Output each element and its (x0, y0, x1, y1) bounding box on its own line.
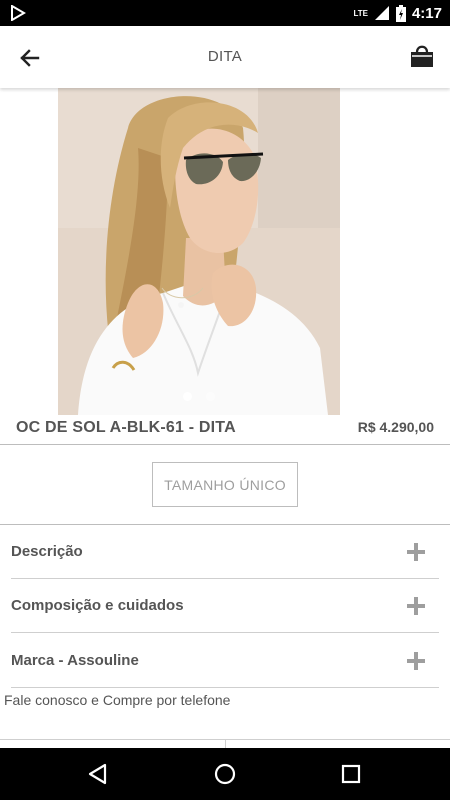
back-triangle-icon[interactable] (84, 760, 112, 788)
image-carousel-indicator (58, 392, 340, 401)
accordion-label: Marca - Assouline (11, 652, 139, 669)
system-nav-bar (0, 748, 450, 800)
plus-icon[interactable] (407, 542, 425, 561)
app-bar: DITA (0, 26, 450, 88)
accordion-brand[interactable]: Marca - Assouline (11, 634, 439, 688)
product-photo (58, 88, 340, 415)
shopping-bag-icon[interactable] (408, 42, 436, 70)
accordion-label: Composição e cuidados (11, 597, 184, 614)
status-bar: LTE 4:17 (0, 0, 450, 26)
product-detail: OC DE SOL A-BLK-61 - DITA R$ 4.290,00 TA… (0, 88, 450, 748)
accordion-composition[interactable]: Composição e cuidados (11, 579, 439, 633)
bottom-split-divider (0, 739, 450, 748)
play-store-icon (11, 5, 26, 21)
product-image[interactable] (58, 88, 340, 415)
battery-icon (395, 4, 406, 22)
carousel-dot[interactable] (206, 392, 215, 401)
home-circle-icon[interactable] (211, 760, 239, 788)
size-button[interactable]: TAMANHO ÚNICO (152, 462, 298, 507)
accordion-description[interactable]: Descrição (11, 525, 439, 579)
contact-link[interactable]: Fale conosco e Compre por telefone (4, 692, 230, 708)
page-title: DITA (207, 48, 243, 65)
accordion-label: Descrição (11, 543, 83, 560)
plus-icon[interactable] (407, 596, 425, 615)
clock: 4:17 (411, 4, 442, 22)
status-icons: LTE 4:17 (353, 0, 442, 26)
vertical-divider (225, 739, 226, 748)
plus-icon[interactable] (407, 651, 425, 670)
carousel-dot-active[interactable] (183, 392, 192, 401)
product-price: R$ 4.290,00 (357, 419, 434, 435)
signal-icon (374, 6, 389, 20)
network-type: LTE (353, 8, 368, 18)
recents-square-icon[interactable] (337, 760, 365, 788)
product-name: OC DE SOL A-BLK-61 - DITA (16, 419, 236, 436)
divider (0, 444, 450, 445)
